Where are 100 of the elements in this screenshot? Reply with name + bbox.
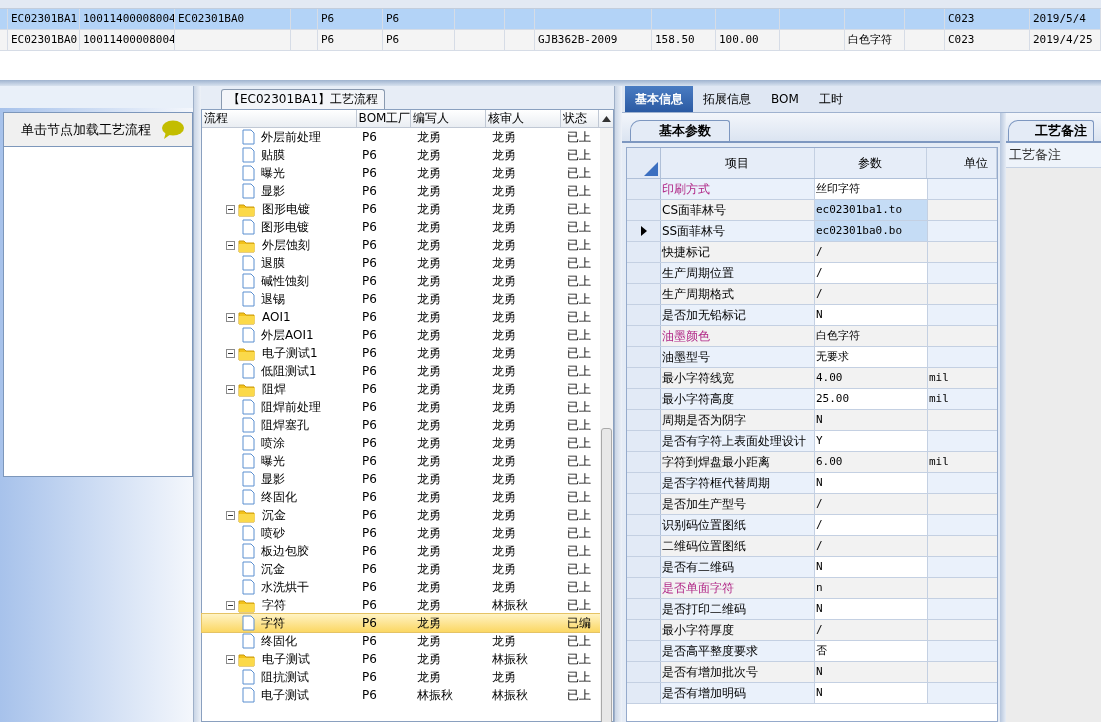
table-row[interactable]: 印刷方式 丝印字符 [627,179,997,200]
tree-row[interactable]: 外层前处理 P6 龙勇 龙勇 已上 [202,128,600,146]
table-cell[interactable]: 丝印字符 [815,179,928,199]
collapse-icon[interactable] [226,510,235,520]
collapse-icon[interactable] [226,348,235,358]
table-row[interactable]: 是否加生产型号 / [627,494,997,515]
column-header[interactable]: 核审人 [486,110,562,127]
table-row[interactable]: 是否字符框代替周期 N [627,473,997,494]
tree-row[interactable]: 碱性蚀刻 P6 龙勇 龙勇 已上 [202,272,600,290]
table-cell[interactable]: / [815,284,928,304]
table-cell[interactable]: 4.00 [815,368,928,388]
tree-row[interactable]: 外层蚀刻 P6 龙勇 龙勇 已上 [202,236,600,254]
tree-row[interactable]: 曝光 P6 龙勇 龙勇 已上 [202,164,600,182]
table-cell[interactable]: / [815,620,928,640]
tab[interactable]: BOM [761,86,809,112]
table-cell[interactable]: ec02301ba1.to [815,200,928,220]
collapse-icon[interactable] [226,312,235,322]
table-cell[interactable]: 否 [815,641,928,661]
table-cell[interactable]: / [815,494,928,514]
collapse-icon[interactable] [226,240,235,250]
tree-row[interactable]: 外层AOI1 P6 龙勇 龙勇 已上 [202,326,600,344]
tab[interactable]: 拓展信息 [693,86,761,112]
table-row[interactable]: 生产周期格式 / [627,284,997,305]
table-row[interactable]: 最小字符线宽 4.00 mil [627,368,997,389]
tree-row[interactable]: 水洗烘干 P6 龙勇 龙勇 已上 [202,578,600,596]
table-row[interactable]: 识别码位置图纸 / [627,515,997,536]
column-header[interactable]: BOM工厂 [356,110,412,127]
tree-row[interactable]: 终固化 P6 龙勇 龙勇 已上 [202,488,600,506]
tree-row[interactable]: 字符 P6 龙勇 已编 [202,614,600,632]
tree-row[interactable]: 图形电镀 P6 龙勇 龙勇 已上 [202,218,600,236]
column-header[interactable]: 状态 [561,110,599,127]
collapse-icon[interactable] [226,654,235,664]
table-row[interactable]: 是否有增加批次号 N [627,662,997,683]
table-cell[interactable]: n [815,578,928,598]
table-cell[interactable]: N [815,410,928,430]
scroll-up-icon[interactable] [601,115,611,122]
table-cell[interactable]: N [815,305,928,325]
sub-tab[interactable]: 基本参数 [630,120,730,141]
table-row[interactable]: 字符到焊盘最小距离 6.00 mil [627,452,997,473]
tree-row[interactable]: 终固化 P6 龙勇 龙勇 已上 [202,632,600,650]
tree-row[interactable]: 显影 P6 龙勇 龙勇 已上 [202,182,600,200]
tab[interactable]: 工时 [808,86,853,112]
column-header[interactable]: 编写人 [411,110,487,127]
table-cell[interactable]: 6.00 [815,452,928,472]
tree-row[interactable]: 退膜 P6 龙勇 龙勇 已上 [202,254,600,272]
collapse-icon[interactable] [226,384,235,394]
column-header[interactable]: 参数 [814,148,928,178]
table-cell[interactable]: / [815,242,928,262]
table-cell[interactable]: 无要求 [815,347,928,367]
tree-row[interactable]: 字符 P6 龙勇 林振秋 已上 [202,596,600,614]
table-row[interactable]: 是否打印二维码 N [627,599,997,620]
tree-row[interactable]: 图形电镀 P6 龙勇 龙勇 已上 [202,200,600,218]
tree-row[interactable]: 电子测试1 P6 龙勇 龙勇 已上 [202,344,600,362]
tree-row[interactable]: 电子测试 P6 龙勇 林振秋 已上 [202,650,600,668]
table-row[interactable]: 二维码位置图纸 / [627,536,997,557]
table-cell[interactable]: N [815,473,928,493]
tree-row[interactable]: 阻焊 P6 龙勇 龙勇 已上 [202,380,600,398]
table-cell[interactable]: ec02301ba0.bo [815,221,928,241]
table-row[interactable]: 油墨颜色 白色字符 [627,326,997,347]
table-row[interactable]: SS面菲林号 ec02301ba0.bo [627,221,997,242]
column-header[interactable]: 流程 [202,110,357,127]
table-row[interactable]: 最小字符高度 25.00 mil [627,389,997,410]
tree-row[interactable]: 电子测试 P6 林振秋 林振秋 已上 [202,686,600,704]
table-row[interactable]: 是否有字符上表面处理设计 Y [627,431,997,452]
table-row[interactable]: 是否有增加明码 N [627,683,997,704]
sub-tab[interactable]: 工艺备注 [1008,120,1094,141]
table-row[interactable]: 是否有二维码 N [627,557,997,578]
collapse-icon[interactable] [226,600,235,610]
tree-row[interactable]: AOI1 P6 龙勇 龙勇 已上 [202,308,600,326]
table-row[interactable]: 油墨型号 无要求 [627,347,997,368]
table-cell[interactable]: 25.00 [815,389,928,409]
tree-row[interactable]: 贴膜 P6 龙勇 龙勇 已上 [202,146,600,164]
table-row[interactable]: 周期是否为阴字 N [627,410,997,431]
tree-row[interactable]: 阻抗测试 P6 龙勇 龙勇 已上 [202,668,600,686]
tree-row[interactable]: 低阻测试1 P6 龙勇 龙勇 已上 [202,362,600,380]
collapse-icon[interactable] [226,204,235,214]
table-cell[interactable]: Y [815,431,928,451]
table-cell[interactable]: / [815,515,928,535]
tree-row[interactable]: 喷涂 P6 龙勇 龙勇 已上 [202,434,600,452]
table-row[interactable]: 生产周期位置 / [627,263,997,284]
table-cell[interactable]: / [815,263,928,283]
tree-row[interactable]: 沉金 P6 龙勇 龙勇 已上 [202,560,600,578]
table-row[interactable]: 是否单面字符 n [627,578,997,599]
table-row[interactable]: CS面菲林号 ec02301ba1.to [627,200,997,221]
column-header[interactable]: 项目 [661,148,815,178]
scrollbar-thumb[interactable] [601,428,612,722]
table-cell[interactable]: N [815,557,928,577]
tree-row[interactable]: 阻焊塞孔 P6 龙勇 龙勇 已上 [202,416,600,434]
table-row[interactable]: 快捷标记 / [627,242,997,263]
tree-row[interactable]: 曝光 P6 龙勇 龙勇 已上 [202,452,600,470]
table-cell[interactable]: / [815,536,928,556]
tree-row[interactable]: 板边包胶 P6 龙勇 龙勇 已上 [202,542,600,560]
table-row[interactable]: 最小字符厚度 / [627,620,997,641]
tree-row[interactable]: 喷砂 P6 龙勇 龙勇 已上 [202,524,600,542]
table-cell[interactable]: N [815,683,928,703]
tree-row[interactable]: 退锡 P6 龙勇 龙勇 已上 [202,290,600,308]
tab[interactable]: 基本信息 [625,86,693,112]
tree-row[interactable]: 阻焊前处理 P6 龙勇 龙勇 已上 [202,398,600,416]
table-row[interactable]: 是否加无铅标记 N [627,305,997,326]
tree-row[interactable]: 显影 P6 龙勇 龙勇 已上 [202,470,600,488]
